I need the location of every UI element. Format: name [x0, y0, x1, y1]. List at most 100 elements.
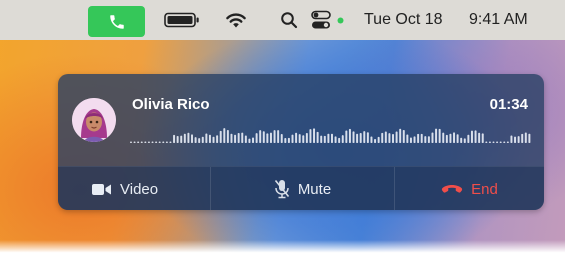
waveform-bar	[366, 132, 369, 143]
waveform-bar	[384, 131, 387, 143]
waveform-bar	[399, 128, 402, 143]
waveform-bar	[481, 133, 484, 143]
call-indicator-button[interactable]	[88, 6, 145, 37]
control-center-icon[interactable]	[311, 10, 333, 30]
waveform-bar	[356, 133, 359, 143]
waveform-bar	[284, 138, 287, 143]
waveform-bar	[248, 138, 251, 143]
waveform-bar	[255, 133, 258, 143]
video-button[interactable]: Video	[58, 167, 210, 210]
waveform-bar	[162, 141, 165, 143]
phone-hangup-icon	[442, 185, 463, 193]
waveform-bar	[244, 135, 247, 143]
waveform-bar	[348, 128, 351, 143]
waveform-bar	[453, 132, 456, 143]
waveform-bar	[524, 132, 527, 143]
waveform-bar	[381, 132, 384, 143]
waveform-bar	[262, 131, 265, 143]
waveform-bar	[230, 133, 233, 143]
waveform-bar	[298, 134, 301, 143]
waveform-bar	[377, 136, 380, 143]
menubar-time[interactable]: 9:41 AM	[469, 10, 528, 30]
battery-icon[interactable]	[164, 10, 200, 30]
waveform-bar	[463, 138, 466, 143]
waveform-bar	[194, 137, 197, 143]
waveform-bar	[137, 141, 140, 143]
waveform-bar	[445, 134, 448, 143]
caller-avatar	[72, 98, 116, 142]
waveform-bar	[187, 132, 190, 143]
waveform-bar	[352, 131, 355, 143]
waveform-bar	[165, 141, 168, 143]
waveform-bar	[216, 135, 219, 143]
menu-bar: Tue Oct 18 9:41 AM	[0, 0, 565, 40]
waveform-bar	[341, 135, 344, 143]
waveform-bar	[338, 137, 341, 143]
waveform-bar	[323, 135, 326, 143]
waveform-bar	[449, 133, 452, 143]
waveform-bar	[503, 141, 506, 143]
waveform-bar	[438, 128, 441, 143]
waveform-bar	[488, 141, 491, 143]
waveform-bar	[302, 135, 305, 143]
waveform-bar	[259, 130, 262, 143]
waveform-bar	[223, 128, 226, 143]
waveform-bar	[295, 132, 298, 143]
search-icon[interactable]	[280, 10, 298, 30]
end-call-label: End	[471, 180, 498, 198]
audio-waveform	[130, 128, 531, 143]
waveform-bar	[180, 135, 183, 143]
waveform-bar	[427, 136, 430, 143]
menubar-date[interactable]: Tue Oct 18	[364, 10, 443, 30]
waveform-bar	[402, 129, 405, 143]
waveform-bar	[305, 133, 308, 143]
waveform-bar	[130, 141, 132, 143]
waveform-bar	[291, 134, 294, 143]
waveform-bar	[158, 141, 161, 143]
waveform-bar	[331, 133, 333, 143]
desktop-fade	[0, 240, 565, 258]
waveform-bar	[133, 141, 136, 143]
waveform-bar	[173, 134, 176, 143]
waveform-bar	[474, 130, 477, 143]
waveform-bar	[478, 132, 481, 143]
waveform-bar	[183, 133, 186, 143]
waveform-bar	[370, 136, 373, 143]
waveform-bar	[392, 133, 394, 143]
waveform-bar	[191, 134, 193, 143]
waveform-bar	[409, 137, 412, 143]
mute-label: Mute	[297, 180, 332, 198]
waveform-bar	[435, 128, 438, 143]
waveform-bar	[528, 133, 531, 143]
waveform-bar	[144, 141, 147, 143]
waveform-bar	[363, 131, 366, 143]
waveform-bar	[234, 134, 237, 143]
waveform-bar	[280, 134, 283, 143]
mute-button[interactable]: Mute	[210, 167, 394, 210]
waveform-bar	[237, 132, 240, 143]
video-label: Video	[120, 180, 159, 198]
waveform-bar	[169, 141, 172, 143]
waveform-bar	[198, 138, 201, 143]
waveform-bar	[496, 141, 499, 143]
waveform-bar	[456, 134, 459, 143]
phone-icon	[109, 14, 124, 29]
waveform-bar	[359, 132, 362, 143]
waveform-bar	[201, 136, 204, 143]
waveform-bar	[252, 137, 255, 143]
wifi-icon[interactable]	[225, 10, 247, 30]
waveform-bar	[388, 133, 391, 143]
call-actions: Video Mute End	[58, 166, 544, 210]
waveform-bar	[413, 136, 416, 143]
waveform-bar	[470, 130, 473, 143]
waveform-bar	[499, 141, 502, 143]
mic-in-use-dot	[337, 16, 344, 24]
waveform-bar	[442, 132, 445, 143]
waveform-bar	[151, 141, 154, 143]
waveform-bar	[208, 134, 211, 143]
waveform-bar	[327, 133, 330, 143]
waveform-bar	[176, 135, 179, 143]
waveform-bar	[431, 132, 434, 143]
end-call-button[interactable]: End	[394, 167, 544, 210]
call-duration: 01:34	[489, 96, 528, 113]
